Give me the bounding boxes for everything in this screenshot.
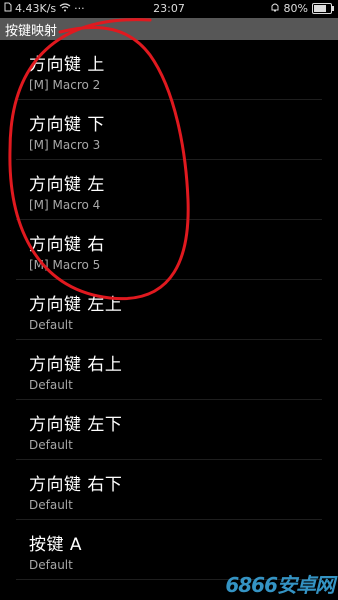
list-item-right[interactable]: 方向键 右 [M] Macro 5 [16,220,322,280]
item-title: 方向键 左下 [29,415,123,435]
battery-percent: 80% [283,2,308,15]
item-subtitle: Default [29,558,73,572]
item-title: 方向键 右上 [29,355,123,375]
list-item-up[interactable]: 方向键 上 [M] Macro 2 [16,40,322,100]
item-title: 方向键 右下 [29,475,123,495]
key-mapping-list: 方向键 上 [M] Macro 2 方向键 下 [M] Macro 3 方向键 … [0,40,338,580]
item-title: 方向键 上 [29,55,105,75]
item-title: 按键 A [29,535,83,555]
list-item-left[interactable]: 方向键 左 [M] Macro 4 [16,160,322,220]
app-title-bar: 按键映射 [0,18,338,40]
item-subtitle: [M] Macro 3 [29,138,101,152]
alarm-icon [270,2,280,15]
list-item-down[interactable]: 方向键 下 [M] Macro 3 [16,100,322,160]
list-item-up-right[interactable]: 方向键 右上 Default [16,340,322,400]
item-subtitle: [M] Macro 5 [29,258,101,272]
list-item-down-left[interactable]: 方向键 左下 Default [16,400,322,460]
item-subtitle: [M] Macro 4 [29,198,101,212]
item-subtitle: Default [29,318,73,332]
watermark-logo: 6866安卓网 [225,573,335,597]
item-subtitle: Default [29,378,73,392]
item-title: 方向键 左上 [29,295,123,315]
list-item-up-left[interactable]: 方向键 左上 Default [16,280,322,340]
item-subtitle: Default [29,498,73,512]
item-subtitle: Default [29,438,73,452]
page-title: 按键映射 [5,23,58,39]
status-bar: 4.43K/s ··· 23:07 80% [0,0,338,18]
item-title: 方向键 右 [29,235,105,255]
battery-icon [312,3,334,14]
item-title: 方向键 下 [29,115,105,135]
list-item-down-right[interactable]: 方向键 右下 Default [16,460,322,520]
item-title: 方向键 左 [29,175,105,195]
status-right: 80% [270,2,334,15]
item-subtitle: [M] Macro 2 [29,78,101,92]
